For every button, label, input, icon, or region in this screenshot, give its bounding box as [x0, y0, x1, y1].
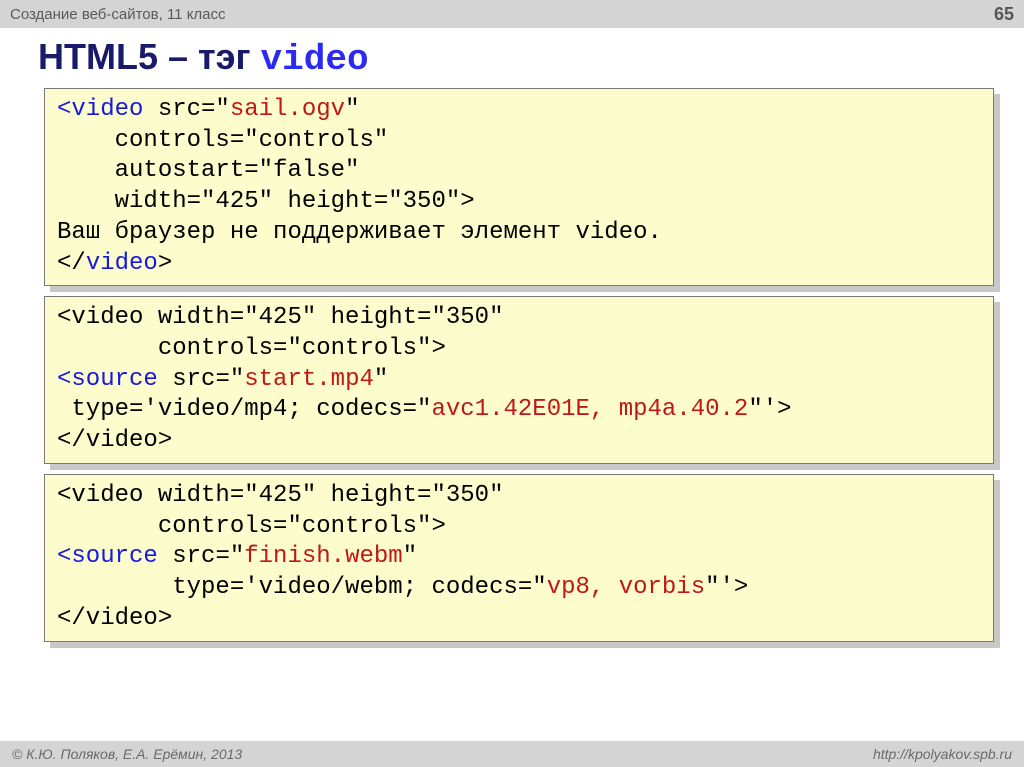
tok-tag: <video [57, 96, 143, 123]
code-block-3: <video width="425" height="350" controls… [44, 474, 994, 642]
tok-tag: </ [57, 250, 86, 277]
tok-val: finish.webm [244, 543, 402, 570]
tok-val: avc1.42E01E, mp4a.40.2 [431, 396, 748, 423]
tok-attr: "'> [705, 574, 748, 601]
tok-attr: type='video/mp4; codecs=" [57, 396, 431, 423]
footer-url: http://kpolyakov.spb.ru [873, 746, 1012, 762]
footer-copyright: © К.Ю. Поляков, Е.А. Ерёмин, 2013 [12, 746, 242, 762]
tok-val: start.mp4 [244, 366, 374, 393]
code-block-2: <video width="425" height="350" controls… [44, 296, 994, 464]
code-block-1: <video src="sail.ogv" controls="controls… [44, 88, 994, 286]
code-box: <video src="sail.ogv" controls="controls… [44, 88, 994, 286]
footer-bar: © К.Ю. Поляков, Е.А. Ерёмин, 2013 http:/… [0, 741, 1024, 767]
tok-attr: " [345, 96, 359, 123]
code-box: <video width="425" height="350" controls… [44, 296, 994, 464]
code-line: controls="controls"> [57, 335, 446, 362]
slide-title: HTML5 – тэг video [0, 28, 1024, 88]
code-line: </video> [57, 605, 172, 632]
tok-tag: video [86, 250, 158, 277]
tok-attr: " [403, 543, 417, 570]
title-tag: video [261, 39, 369, 80]
code-line: autostart="false" [57, 157, 359, 184]
tok-tag: <source [57, 366, 158, 393]
tok-val: vp8, vorbis [547, 574, 705, 601]
title-prefix: HTML5 – тэг [38, 36, 261, 77]
tok-tag: <source [57, 543, 158, 570]
code-line: width="425" height="350"> [57, 188, 475, 215]
tok-attr: src=" [143, 96, 229, 123]
code-line: controls="controls"> [57, 513, 446, 540]
tok-attr: src=" [158, 543, 244, 570]
tok-attr: " [374, 366, 388, 393]
page-number: 65 [994, 4, 1014, 25]
header-topic: Создание веб-сайтов, 11 класс [10, 6, 226, 23]
code-line: Ваш браузер не поддерживает элемент vide… [57, 219, 662, 246]
tok-attr: "'> [748, 396, 791, 423]
tok-val: sail.ogv [230, 96, 345, 123]
header-bar: Создание веб-сайтов, 11 класс 65 [0, 0, 1024, 28]
tok-attr: src=" [158, 366, 244, 393]
code-line: </video> [57, 427, 172, 454]
code-line: <video width="425" height="350" [57, 304, 503, 331]
code-line: controls="controls" [57, 127, 388, 154]
code-line: <video width="425" height="350" [57, 482, 503, 509]
tok-attr: type='video/webm; codecs=" [57, 574, 547, 601]
code-box: <video width="425" height="350" controls… [44, 474, 994, 642]
slide-content: <video src="sail.ogv" controls="controls… [0, 88, 1024, 642]
tok-tag: > [158, 250, 172, 277]
